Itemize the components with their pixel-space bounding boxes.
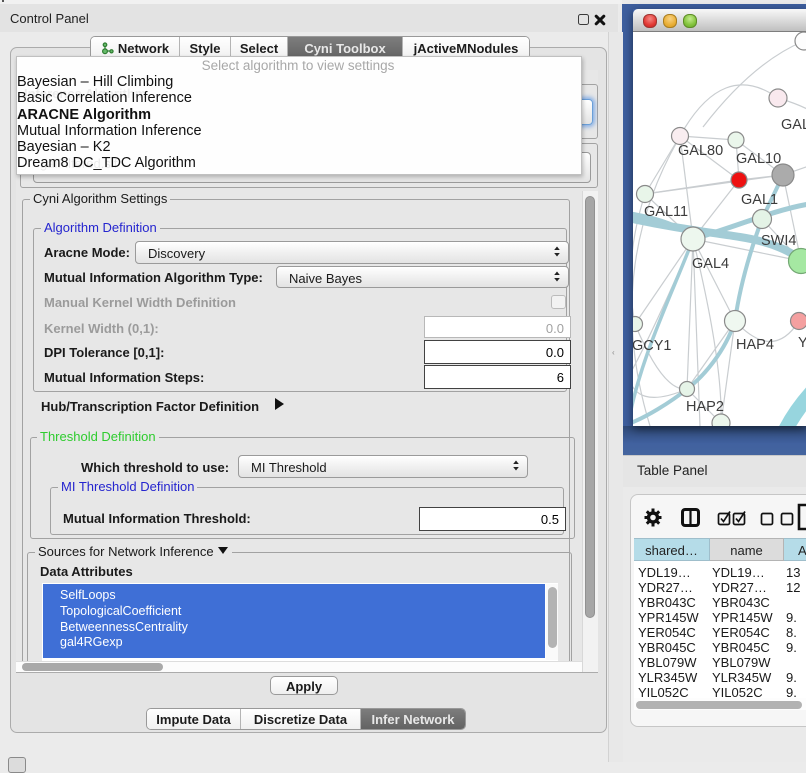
svg-text:GAL80: GAL80 xyxy=(678,143,723,159)
svg-text:HAP2: HAP2 xyxy=(686,399,724,415)
svg-text:GCY1: GCY1 xyxy=(633,338,672,354)
svg-text:SWI4: SWI4 xyxy=(761,233,796,249)
svg-text:Y: Y xyxy=(798,335,806,351)
svg-text:GAL1: GAL1 xyxy=(741,192,778,208)
svg-text:GAL: GAL xyxy=(781,117,806,133)
svg-text:GAL11: GAL11 xyxy=(644,204,688,220)
svg-text:GAL10: GAL10 xyxy=(736,151,781,167)
svg-text:HAP4: HAP4 xyxy=(736,337,774,353)
svg-text:GAL4: GAL4 xyxy=(692,256,729,272)
